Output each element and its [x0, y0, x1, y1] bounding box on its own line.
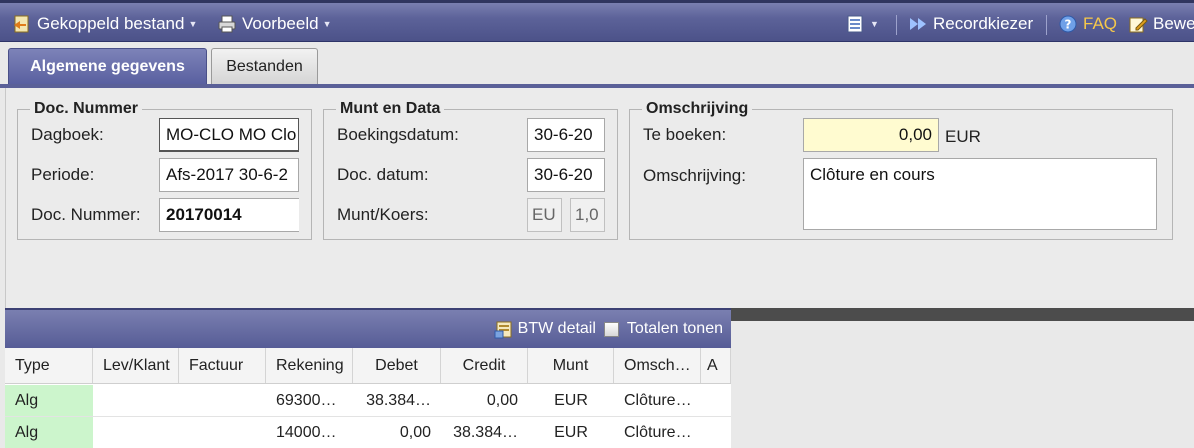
currency-date-legend: Munt en Data: [340, 100, 441, 117]
column-header[interactable]: Credit: [441, 348, 528, 383]
show-totals-checkbox[interactable]: [603, 321, 619, 337]
preview-label: Voorbeeld: [242, 14, 319, 33]
form-panel: Doc. Nummer Dagboek: MO-CLO MO Clo Perio…: [5, 88, 1194, 308]
chevron-down-icon[interactable]: ▼: [870, 19, 879, 29]
column-header[interactable]: Type: [5, 348, 93, 383]
currency-cell[interactable]: EUR: [528, 385, 614, 416]
show-totals-label: Totalen tonen: [626, 320, 723, 337]
description-label: Omschrijving:: [643, 166, 746, 185]
journal-lines-grid: BTW detail Totalen tonen Type Lev/Klant …: [5, 308, 731, 448]
chevron-down-icon[interactable]: ▼: [188, 19, 197, 29]
doc-date-field[interactable]: 30-6-20: [527, 158, 605, 192]
grid-header: Type Lev/Klant Factuur Rekening Debet Cr…: [5, 348, 731, 384]
fast-forward-icon: [908, 14, 928, 34]
doc-number-field[interactable]: 20170014: [159, 198, 299, 232]
record-picker-button[interactable]: Recordkiezer: [908, 11, 1033, 37]
currency-cell[interactable]: EUR: [528, 417, 614, 448]
tab-files[interactable]: Bestanden: [211, 48, 318, 84]
main-toolbar: Gekoppeld bestand ▼ Voorbeeld ▼ ▼ Record…: [0, 0, 1194, 42]
type-cell[interactable]: Alg: [5, 385, 93, 416]
tab-general[interactable]: Algemene gegevens: [8, 48, 207, 84]
type-cell[interactable]: Alg: [5, 417, 93, 448]
linked-file-button[interactable]: Gekoppeld bestand ▼: [12, 11, 197, 37]
faq-button[interactable]: ? FAQ: [1058, 11, 1117, 37]
debit-cell[interactable]: 0,00: [353, 417, 441, 448]
vat-detail-icon: [494, 319, 514, 339]
edit-label: Bewe: [1153, 14, 1194, 33]
debit-cell[interactable]: 38.384…: [353, 385, 441, 416]
currency-field: EU: [527, 198, 562, 232]
supplier-cell[interactable]: [93, 385, 179, 416]
record-picker-label: Recordkiezer: [933, 14, 1034, 33]
invoice-cell[interactable]: [179, 417, 266, 448]
table-row[interactable]: Alg 14000… 0,00 38.384… EUR Clôture…: [5, 417, 731, 448]
preview-button[interactable]: Voorbeeld ▼: [217, 11, 332, 37]
view-options-button[interactable]: ▼: [846, 11, 879, 37]
grid-toolbar: BTW detail Totalen tonen: [5, 308, 731, 348]
column-header[interactable]: A: [701, 348, 731, 383]
svg-text:?: ?: [1065, 18, 1072, 32]
doc-number-label: Doc. Nummer:: [31, 205, 141, 224]
panel-divider: [731, 308, 1194, 321]
column-header[interactable]: Munt: [528, 348, 614, 383]
column-header[interactable]: Lev/Klant: [93, 348, 179, 383]
supplier-cell[interactable]: [93, 417, 179, 448]
help-icon: ?: [1058, 14, 1078, 34]
journal-label: Dagboek:: [31, 125, 104, 144]
credit-cell[interactable]: 38.384…: [441, 417, 528, 448]
doc-date-label: Doc. datum:: [337, 165, 429, 184]
vat-detail-button[interactable]: BTW detail: [494, 319, 596, 339]
description-legend: Omschrijving: [646, 100, 749, 117]
edit-icon: [1128, 14, 1148, 34]
description-cell[interactable]: Clôture…: [614, 385, 701, 416]
doc-number-legend: Doc. Nummer: [34, 100, 139, 117]
column-header[interactable]: Factuur: [179, 348, 266, 383]
to-book-field[interactable]: 0,00: [803, 118, 939, 152]
table-row[interactable]: Alg 69300… 38.384… 0,00 EUR Clôture…: [5, 385, 731, 417]
linked-file-label: Gekoppeld bestand: [37, 14, 185, 33]
column-header[interactable]: Debet: [353, 348, 441, 383]
column-header[interactable]: Rekening: [266, 348, 353, 383]
tab-strip: Algemene gegevens Bestanden: [0, 42, 1194, 88]
printer-icon: [217, 14, 237, 34]
show-totals-toggle[interactable]: Totalen tonen: [603, 320, 723, 338]
to-book-currency: EUR: [945, 127, 981, 146]
description-cell[interactable]: Clôture…: [614, 417, 701, 448]
column-header[interactable]: Omsch…: [614, 348, 701, 383]
vat-detail-label: BTW detail: [517, 320, 596, 337]
toolbar-divider: [1046, 15, 1047, 35]
period-label: Periode:: [31, 165, 95, 184]
to-book-label: Te boeken:: [643, 125, 727, 144]
journal-field[interactable]: MO-CLO MO Clo: [159, 118, 299, 152]
rate-field: 1,0: [570, 198, 605, 232]
chevron-down-icon[interactable]: ▼: [323, 19, 332, 29]
faq-label: FAQ: [1083, 14, 1118, 33]
description-field[interactable]: Clôture en cours: [803, 158, 1157, 230]
edit-button[interactable]: Bewe: [1128, 11, 1194, 37]
credit-cell[interactable]: 0,00: [441, 385, 528, 416]
layout-icon: [846, 14, 866, 34]
booking-date-field[interactable]: 30-6-20: [527, 118, 605, 152]
toolbar-divider: [896, 15, 897, 35]
invoice-cell[interactable]: [179, 385, 266, 416]
account-cell[interactable]: 14000…: [266, 417, 353, 448]
account-cell[interactable]: 69300…: [266, 385, 353, 416]
period-field[interactable]: Afs-2017 30-6-2: [159, 158, 299, 192]
currency-rate-label: Munt/Koers:: [337, 205, 429, 224]
linked-file-icon: [12, 14, 32, 34]
booking-date-label: Boekingsdatum:: [337, 125, 459, 144]
